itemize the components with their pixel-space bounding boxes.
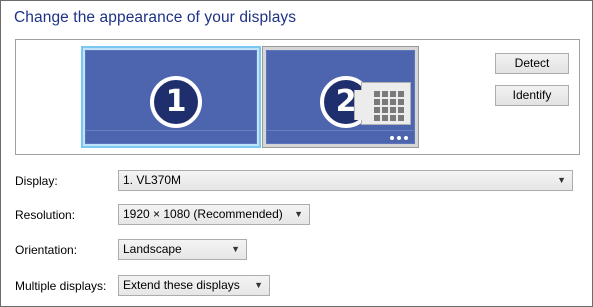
monitor-arrangement-preview[interactable]: 1 2 Detect Identify [15,39,580,155]
display-select-value: 1. VL370M [123,173,182,187]
detect-button[interactable]: Detect [495,53,569,74]
multiple-displays-select-value: Extend these displays [123,278,240,292]
orientation-label: Orientation: [15,243,78,257]
start-screen-icon [354,82,411,125]
ellipsis-icon [390,136,408,140]
display-select[interactable]: 1. VL370M ▼ [118,170,573,191]
multiple-displays-select[interactable]: Extend these displays ▼ [118,275,270,296]
monitor-2-taskbar [267,130,414,131]
monitor-2[interactable]: 2 [262,46,419,148]
orientation-select-value: Landscape [123,242,182,256]
resolution-label: Resolution: [15,208,76,222]
chevron-down-icon: ▼ [231,244,240,254]
page-title: Change the appearance of your displays [14,9,297,26]
monitor-2-screen: 2 [266,50,415,144]
chevron-down-icon: ▼ [557,175,566,185]
monitor-1-number: 1 [150,76,202,128]
chevron-down-icon: ▼ [254,280,263,290]
orientation-select[interactable]: Landscape ▼ [118,239,247,260]
monitor-1-taskbar [86,130,256,131]
resolution-select[interactable]: 1920 × 1080 (Recommended) ▼ [118,204,310,225]
resolution-select-value: 1920 × 1080 (Recommended) [123,207,283,221]
display-label: Display: [15,174,58,188]
identify-button[interactable]: Identify [495,85,569,106]
multiple-displays-label: Multiple displays: [15,279,107,293]
chevron-down-icon: ▼ [294,209,303,219]
monitor-1[interactable]: 1 [81,46,261,148]
display-settings-panel: Change the appearance of your displays 1… [0,0,593,307]
monitor-1-screen: 1 [85,50,257,144]
